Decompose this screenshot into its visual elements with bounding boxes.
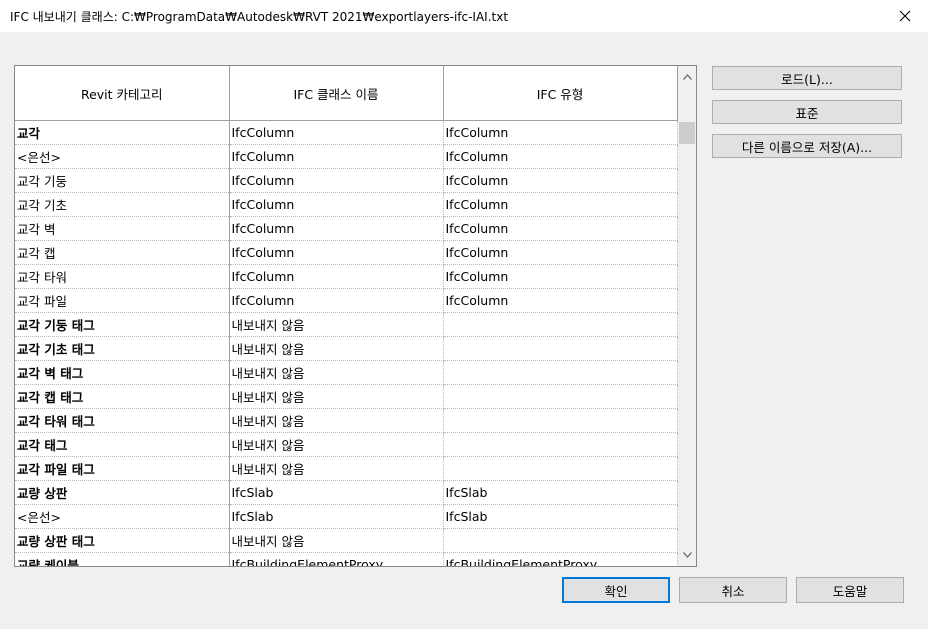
table-row[interactable]: 교각 파일 태그 내보내지 않음 [15, 456, 678, 481]
cell-ifc-type[interactable]: IfcColumn [443, 216, 678, 241]
table-row[interactable]: 교각 태그 내보내지 않음 [15, 432, 678, 457]
cell-ifc-type[interactable]: IfcColumn [443, 264, 678, 289]
cell-ifc-class-name[interactable]: 내보내지 않음 [229, 528, 444, 553]
cell-revit-category[interactable]: <은선> [15, 144, 230, 169]
cell-ifc-type[interactable]: IfcSlab [443, 480, 678, 505]
column-header-revit-category[interactable]: Revit 카테고리 [15, 66, 230, 121]
cell-revit-category[interactable]: 교량 상판 태그 [15, 528, 230, 553]
ok-button[interactable]: 확인 [562, 577, 670, 603]
cell-ifc-class-name[interactable]: 내보내지 않음 [229, 408, 444, 433]
close-button[interactable] [882, 0, 928, 32]
cell-revit-category[interactable]: 교각 벽 태그 [15, 360, 230, 385]
chevron-up-icon [682, 74, 692, 80]
table-row[interactable]: 교각 기초 IfcColumn IfcColumn [15, 192, 678, 217]
table-row[interactable]: 교각 IfcColumn IfcColumn [15, 120, 678, 145]
cell-revit-category[interactable]: 교각 파일 태그 [15, 456, 230, 481]
cell-revit-category[interactable]: <은선> [15, 504, 230, 529]
vertical-scrollbar[interactable] [678, 66, 696, 566]
cell-ifc-class-name[interactable]: IfcColumn [229, 192, 444, 217]
cell-ifc-type[interactable] [443, 456, 678, 481]
cell-ifc-class-name[interactable]: IfcColumn [229, 288, 444, 313]
cell-revit-category[interactable]: 교각 기둥 태그 [15, 312, 230, 337]
cell-ifc-type[interactable] [443, 408, 678, 433]
table-row[interactable]: 교량 상판 태그 내보내지 않음 [15, 528, 678, 553]
mapping-table: Revit 카테고리 IFC 클래스 이름 IFC 유형 교각 IfcColumn… [15, 66, 678, 566]
cell-revit-category[interactable]: 교량 케이블 [15, 552, 230, 566]
cell-ifc-class-name[interactable]: 내보내지 않음 [229, 312, 444, 337]
cell-ifc-class-name[interactable]: 내보내지 않음 [229, 336, 444, 361]
scroll-thumb[interactable] [679, 122, 695, 144]
cell-ifc-type[interactable] [443, 384, 678, 409]
cell-ifc-class-name[interactable]: IfcBuildingElementProxy [229, 552, 444, 566]
title-bar: IFC 내보내기 클래스: C:₩ProgramData₩Autodesk₩RV… [0, 0, 928, 32]
close-icon [899, 10, 911, 22]
cell-revit-category[interactable]: 교각 기둥 [15, 168, 230, 193]
cell-ifc-class-name[interactable]: IfcColumn [229, 168, 444, 193]
cell-revit-category[interactable]: 교각 캡 [15, 240, 230, 265]
table-row[interactable]: <은선> IfcColumn IfcColumn [15, 144, 678, 169]
table-row[interactable]: 교각 벽 태그 내보내지 않음 [15, 360, 678, 385]
cell-ifc-class-name[interactable]: IfcColumn [229, 144, 444, 169]
cell-revit-category[interactable]: 교각 태그 [15, 432, 230, 457]
grid-body: 교각 IfcColumn IfcColumn <은선> IfcColumn IfcColu… [15, 120, 678, 566]
table-row[interactable]: 교각 파일 IfcColumn IfcColumn [15, 288, 678, 313]
cell-ifc-class-name[interactable]: IfcColumn [229, 216, 444, 241]
save-as-button[interactable]: 다른 이름으로 저장(A)... [712, 134, 902, 158]
cell-ifc-class-name[interactable]: 내보내지 않음 [229, 360, 444, 385]
table-row[interactable]: 교각 캡 태그 내보내지 않음 [15, 384, 678, 409]
table-row[interactable]: 교각 타워 IfcColumn IfcColumn [15, 264, 678, 289]
cell-ifc-type[interactable]: IfcColumn [443, 240, 678, 265]
cell-revit-category[interactable]: 교각 타워 태그 [15, 408, 230, 433]
table-row[interactable]: 교각 캡 IfcColumn IfcColumn [15, 240, 678, 265]
cell-revit-category[interactable]: 교량 상판 [15, 480, 230, 505]
cell-ifc-type[interactable]: IfcColumn [443, 144, 678, 169]
cell-ifc-type[interactable]: IfcColumn [443, 168, 678, 193]
load-button[interactable]: 로드(L)... [712, 66, 902, 90]
cell-ifc-class-name[interactable]: IfcSlab [229, 480, 444, 505]
cancel-button[interactable]: 취소 [679, 577, 787, 603]
cell-ifc-class-name[interactable]: 내보내지 않음 [229, 432, 444, 457]
header-row: Revit 카테고리 IFC 클래스 이름 IFC 유형 [15, 66, 678, 121]
cell-ifc-class-name[interactable]: IfcColumn [229, 264, 444, 289]
cell-ifc-class-name[interactable]: IfcColumn [229, 240, 444, 265]
cell-ifc-type[interactable] [443, 360, 678, 385]
cell-ifc-type[interactable] [443, 336, 678, 361]
cell-revit-category[interactable]: 교각 벽 [15, 216, 230, 241]
cell-ifc-type[interactable]: IfcColumn [443, 192, 678, 217]
cell-ifc-type[interactable]: IfcColumn [443, 288, 678, 313]
help-button[interactable]: 도움말 [796, 577, 904, 603]
chevron-down-icon [682, 552, 692, 558]
cell-ifc-type[interactable]: IfcSlab [443, 504, 678, 529]
scroll-up-button[interactable] [678, 68, 696, 86]
cell-ifc-type[interactable] [443, 528, 678, 553]
cell-ifc-type[interactable]: IfcBuildingElementProxy [443, 552, 678, 566]
cell-ifc-class-name[interactable]: IfcSlab [229, 504, 444, 529]
cell-revit-category[interactable]: 교각 기초 [15, 192, 230, 217]
cell-revit-category[interactable]: 교각 [15, 120, 230, 145]
cell-ifc-class-name[interactable]: 내보내지 않음 [229, 456, 444, 481]
cell-revit-category[interactable]: 교각 캡 태그 [15, 384, 230, 409]
cell-ifc-type[interactable] [443, 432, 678, 457]
cell-ifc-class-name[interactable]: IfcColumn [229, 120, 444, 145]
table-row[interactable]: <은선> IfcSlab IfcSlab [15, 504, 678, 529]
table-row[interactable]: 교각 기초 태그 내보내지 않음 [15, 336, 678, 361]
cell-ifc-type[interactable] [443, 312, 678, 337]
scroll-down-button[interactable] [678, 546, 696, 564]
cell-revit-category[interactable]: 교각 타워 [15, 264, 230, 289]
cell-revit-category[interactable]: 교각 파일 [15, 288, 230, 313]
table-row[interactable]: 교량 상판 IfcSlab IfcSlab [15, 480, 678, 505]
table-row[interactable]: 교량 케이블 IfcBuildingElementProxy IfcBuilding… [15, 552, 678, 566]
cell-ifc-type[interactable]: IfcColumn [443, 120, 678, 145]
standard-button[interactable]: 표준 [712, 100, 902, 124]
cell-revit-category[interactable]: 교각 기초 태그 [15, 336, 230, 361]
class-mapping-grid[interactable]: Revit 카테고리 IFC 클래스 이름 IFC 유형 교각 IfcColumn… [14, 65, 697, 567]
table-row[interactable]: 교각 벽 IfcColumn IfcColumn [15, 216, 678, 241]
column-header-ifc-type[interactable]: IFC 유형 [443, 66, 678, 121]
cell-ifc-class-name[interactable]: 내보내지 않음 [229, 384, 444, 409]
column-header-ifc-class-name[interactable]: IFC 클래스 이름 [229, 66, 444, 121]
window-title: IFC 내보내기 클래스: C:₩ProgramData₩Autodesk₩RV… [10, 10, 509, 24]
table-row[interactable]: 교각 타워 태그 내보내지 않음 [15, 408, 678, 433]
table-row[interactable]: 교각 기둥 태그 내보내지 않음 [15, 312, 678, 337]
table-row[interactable]: 교각 기둥 IfcColumn IfcColumn [15, 168, 678, 193]
